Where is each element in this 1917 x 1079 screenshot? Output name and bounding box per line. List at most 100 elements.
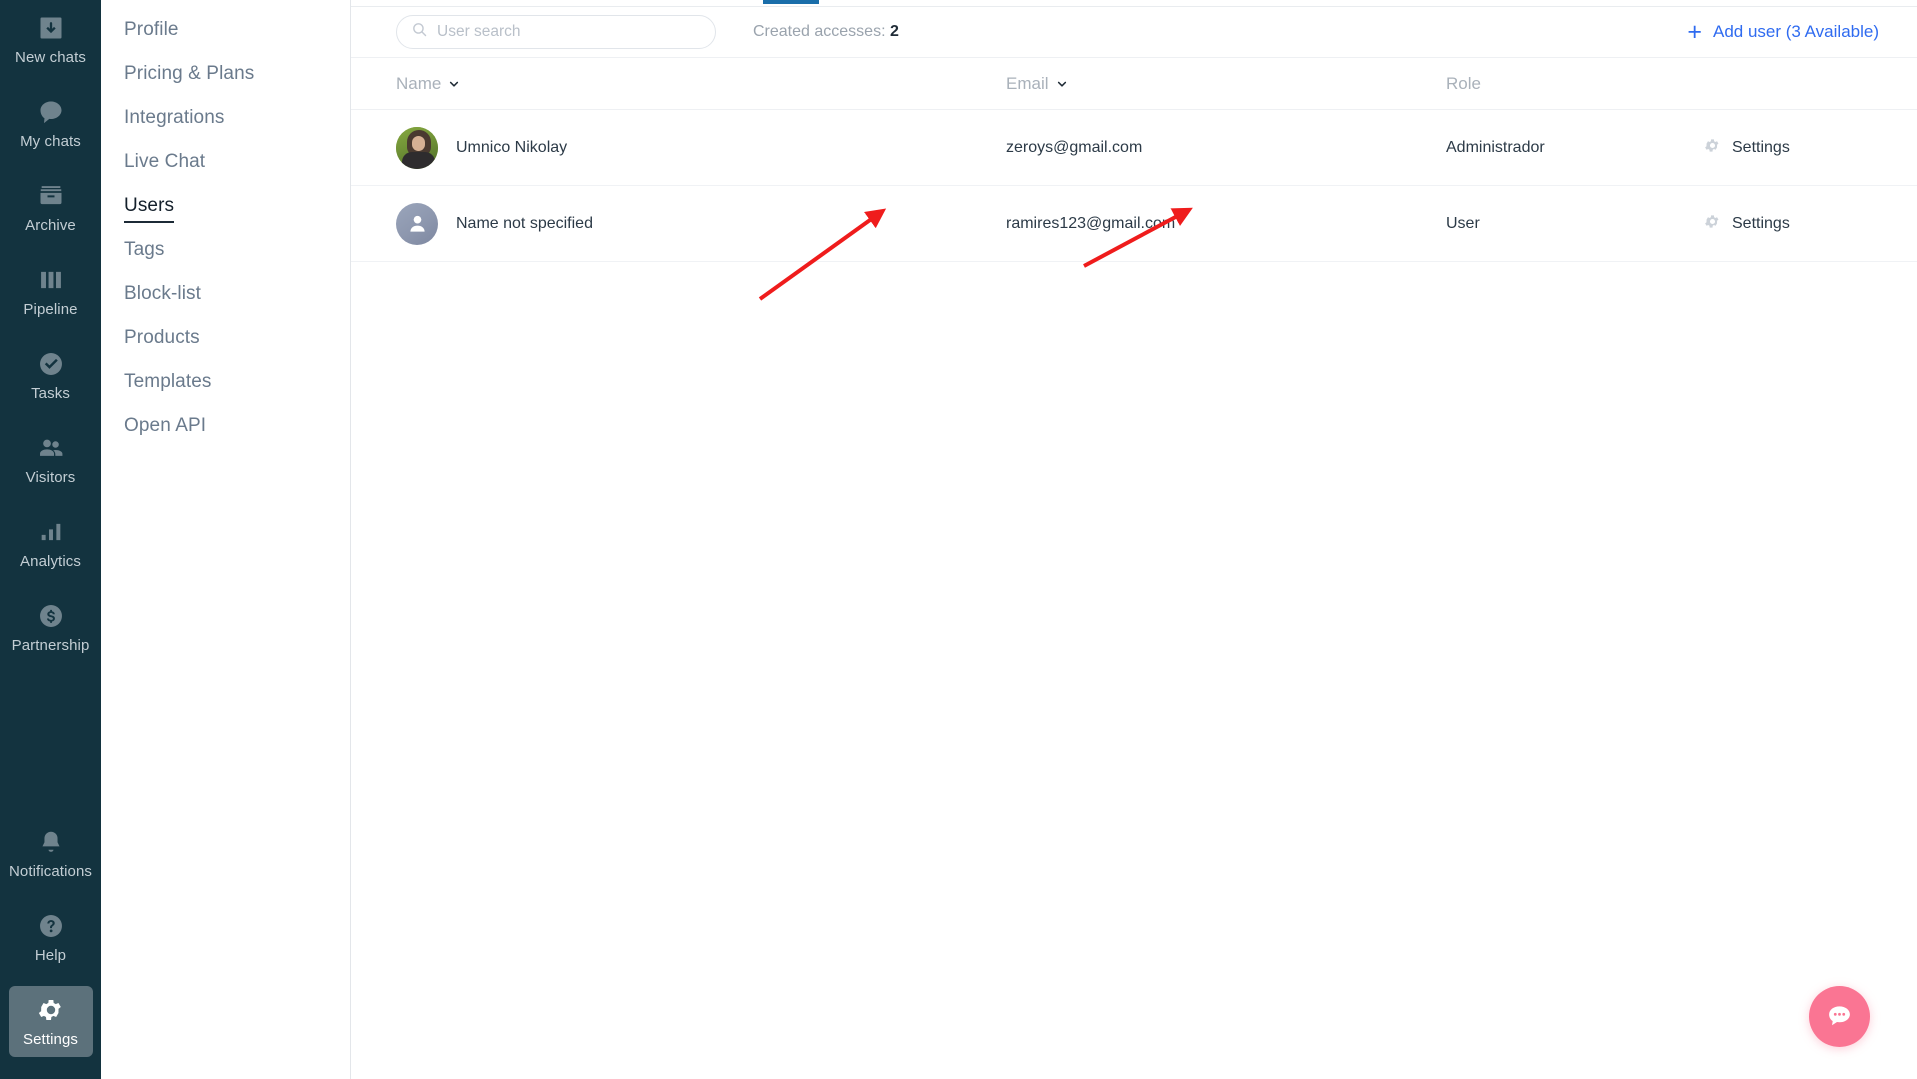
users-table: Name Email Role Umnico Nikolay zeroys@gm… [351,57,1917,262]
settings-subnav: Profile Pricing & Plans Integrations Liv… [101,0,351,1079]
bell-icon [37,827,65,857]
table-row[interactable]: Name not specified ramires123@gmail.com … [351,186,1917,262]
created-accesses: Created accesses: 2 [753,23,899,41]
gear-icon [37,995,65,1025]
app-root: New chats My chats Archive Pipeline Task [0,0,1917,1079]
active-tab-indicator [763,0,819,4]
sidebar-item-my-chats[interactable]: My chats [9,88,93,159]
sidebar-item-analytics[interactable]: Analytics [9,508,93,579]
table-row[interactable]: Umnico Nikolay zeroys@gmail.com Administ… [351,110,1917,186]
cell-name: Name not specified [396,202,1006,245]
subnav-item-label: Open API [124,415,207,436]
subnav-item-label: Products [124,327,200,348]
row-settings-button[interactable]: Settings [1704,137,1790,159]
inbox-download-icon [37,13,65,43]
cell-actions: Settings [1704,137,1879,159]
subnav-item-label: Users [124,195,175,223]
user-email: zeroys@gmail.com [1006,138,1143,156]
subnav-item-live-chat[interactable]: Live Chat [101,142,350,186]
column-header-name[interactable]: Name [396,74,1006,94]
open-chat-button[interactable] [1809,986,1870,1047]
plus-icon: + [1687,17,1702,46]
row-settings-button[interactable]: Settings [1704,213,1790,235]
sidebar-item-label: My chats [20,133,81,150]
column-label: Email [1006,73,1049,93]
subnav-item-label: Profile [124,19,179,40]
bar-chart-icon [37,517,65,547]
add-user-button[interactable]: + Add user (3 Available) [1687,17,1879,46]
users-toolbar: Created accesses: 2 + Add user (3 Availa… [351,7,1917,57]
user-name: Name not specified [456,214,593,232]
row-settings-label: Settings [1732,138,1790,156]
subnav-item-label: Pricing & Plans [124,63,255,84]
cell-actions: Settings [1704,213,1879,235]
sidebar-item-settings[interactable]: Settings [8,986,93,1057]
subnav-item-products[interactable]: Products [101,318,350,362]
sidebar-item-label: Archive [25,217,76,234]
chevron-down-icon [450,81,459,87]
subnav-item-integrations[interactable]: Integrations [101,98,350,142]
sidebar-item-label: Help [34,947,67,964]
dollar-circle-icon [37,601,65,631]
chat-bubble-dots-icon [1829,1006,1850,1026]
user-name: Umnico Nikolay [456,138,568,156]
subnav-item-label: Tags [124,239,165,260]
sidebar-item-label: Partnership [11,637,90,654]
question-circle-icon [37,911,65,941]
sidebar-item-tasks[interactable]: Tasks [9,340,93,411]
subnav-item-tags[interactable]: Tags [101,230,350,274]
gear-icon [1704,213,1721,235]
sidebar-item-help[interactable]: Help [9,902,93,973]
user-search-input[interactable] [437,23,701,41]
chevron-down-icon [1057,81,1066,87]
subnav-item-profile[interactable]: Profile [101,10,350,54]
column-label: Name [396,73,442,93]
sidebar-item-archive[interactable]: Archive [9,172,93,243]
subnav-item-open-api[interactable]: Open API [101,406,350,450]
subnav-item-block-list[interactable]: Block-list [101,274,350,318]
column-header-email[interactable]: Email [1006,74,1446,94]
user-search-box[interactable] [396,15,716,49]
primary-sidebar: New chats My chats Archive Pipeline Task [0,0,101,1079]
cell-name: Umnico Nikolay [396,126,1006,169]
sidebar-item-pipeline[interactable]: Pipeline [9,256,93,327]
created-accesses-count: 2 [889,23,899,40]
table-header-row: Name Email Role [351,58,1917,110]
sort-by-email: Email [1006,74,1067,94]
sort-by-name: Name [396,74,459,94]
gear-icon [1704,137,1721,159]
main-content: Created accesses: 2 + Add user (3 Availa… [351,0,1917,1079]
avatar [396,126,438,169]
user-role: Administrador [1446,138,1545,156]
sidebar-item-new-chats[interactable]: New chats [9,4,93,75]
archive-box-icon [37,181,65,211]
subnav-item-label: Integrations [124,107,225,128]
sidebar-item-visitors[interactable]: Visitors [9,424,93,495]
sidebar-item-label: Visitors [25,469,76,486]
subnav-item-label: Block-list [124,283,202,304]
column-header-role: Role [1446,74,1704,94]
sidebar-item-label: New chats [15,49,86,66]
subnav-item-templates[interactable]: Templates [101,362,350,406]
avatar [396,202,438,245]
tab-strip [351,0,1917,7]
subnav-item-users[interactable]: Users [101,186,350,230]
subnav-item-label: Templates [124,371,212,392]
sidebar-item-partnership[interactable]: Partnership [9,592,93,663]
row-settings-label: Settings [1732,214,1790,232]
search-icon [411,21,428,43]
user-role: User [1446,214,1480,232]
created-accesses-label: Created accesses: [753,23,886,40]
user-email: ramires123@gmail.com [1006,214,1176,232]
add-user-label: Add user (3 Available) [1712,22,1879,41]
subnav-item-pricing-plans[interactable]: Pricing & Plans [101,54,350,98]
sidebar-item-notifications[interactable]: Notifications [9,818,93,889]
person-placeholder-icon [409,215,425,232]
chat-bubble-icon [37,97,65,127]
subnav-item-label: Live Chat [124,151,206,172]
columns-icon [37,265,65,295]
check-circle-icon [37,349,65,379]
sidebar-item-label: Settings [23,1031,78,1048]
sidebar-item-label: Pipeline [23,301,78,318]
sidebar-item-label: Notifications [8,863,92,880]
